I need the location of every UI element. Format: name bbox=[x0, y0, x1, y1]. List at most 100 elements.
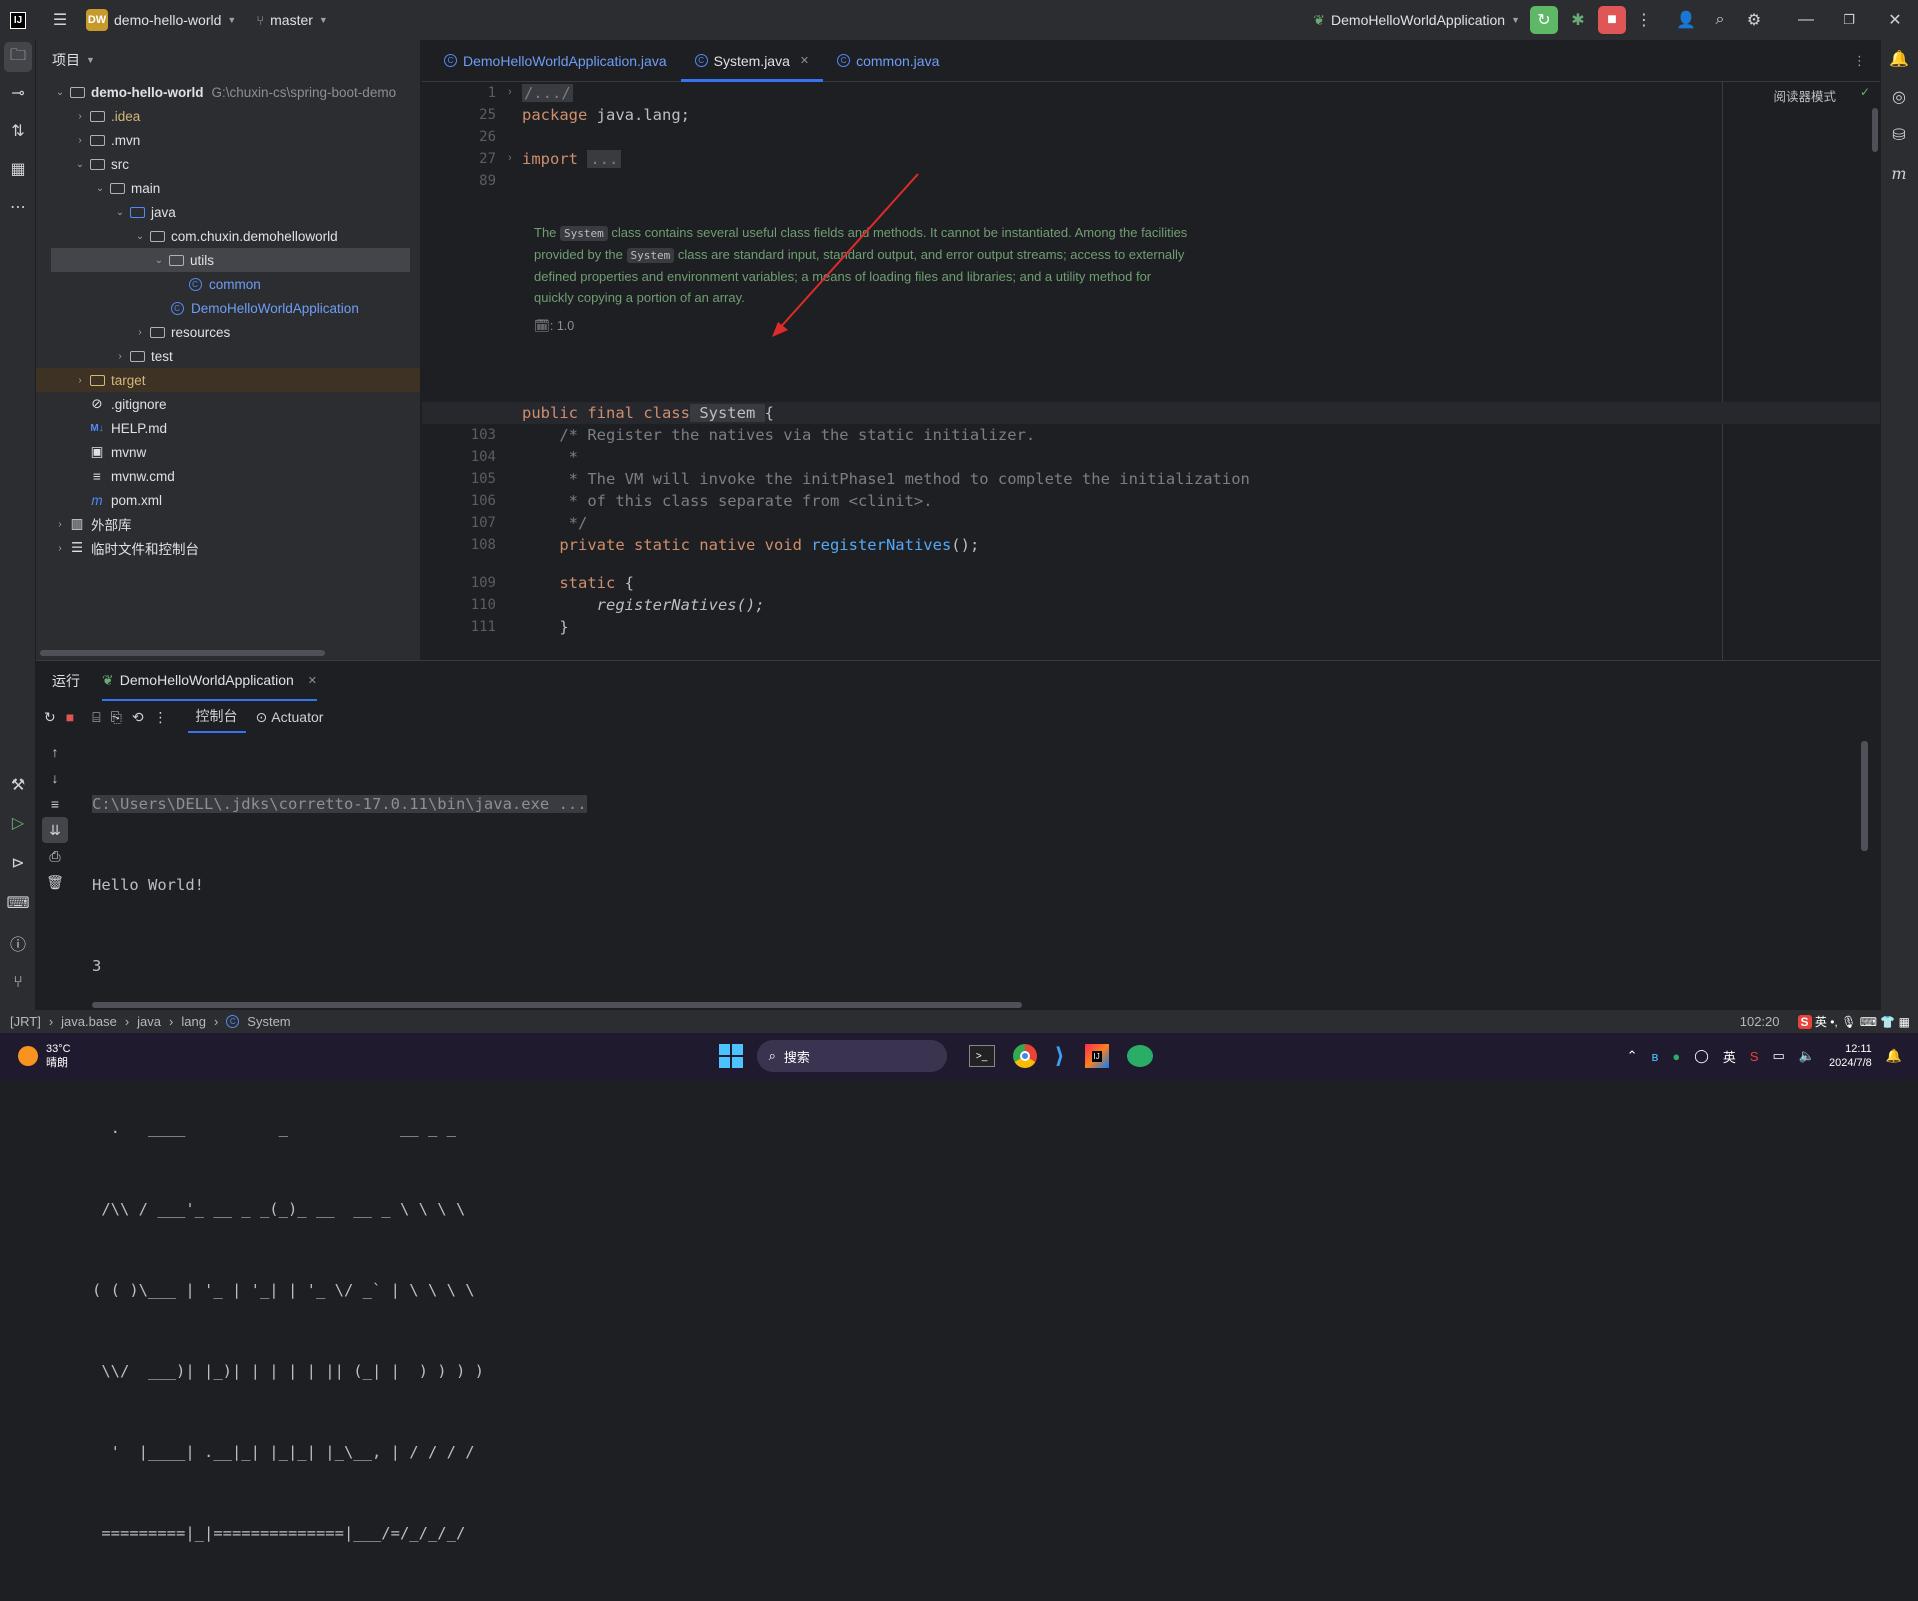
more-icon[interactable]: ⋮ bbox=[1630, 6, 1658, 34]
add-user-icon[interactable]: 👤 bbox=[1672, 6, 1700, 34]
actuator-tab[interactable]: ⊙ Actuator bbox=[256, 709, 324, 726]
start-button[interactable] bbox=[718, 1044, 743, 1068]
structure-icon[interactable]: ▦ bbox=[0, 150, 36, 188]
vscode-app-icon[interactable]: ⟩ bbox=[1055, 1043, 1065, 1069]
screenshot-icon[interactable]: ⌸ bbox=[92, 709, 100, 726]
chrome-app-icon[interactable] bbox=[1012, 1044, 1037, 1068]
problems-icon[interactable]: ⓘ bbox=[0, 924, 36, 962]
close-window-button[interactable]: ✕ bbox=[1872, 6, 1918, 34]
breadcrumb-item[interactable]: lang bbox=[181, 1014, 206, 1029]
tree-item-utils[interactable]: ⌄ utils bbox=[51, 248, 410, 272]
intellij-app-icon[interactable]: IJ bbox=[1084, 1044, 1109, 1068]
tree-item-pom[interactable]: m pom.xml bbox=[36, 488, 420, 512]
ime-indicator[interactable]: 英 bbox=[1723, 1047, 1736, 1066]
commit-icon[interactable]: ⊸ bbox=[0, 74, 36, 112]
stop-button[interactable]: ■ bbox=[1598, 6, 1626, 34]
print-icon[interactable]: ⎙ bbox=[42, 843, 68, 869]
services-icon[interactable]: ⊳ bbox=[0, 844, 36, 882]
scroll-up-icon[interactable]: ↑ bbox=[42, 739, 68, 765]
weather-widget[interactable]: 33°C 晴朗 bbox=[18, 1042, 71, 1070]
dump-threads-icon[interactable]: ⎘ bbox=[111, 709, 122, 726]
notification-bell-icon[interactable]: 🔔 bbox=[1886, 1048, 1902, 1064]
tree-item-src[interactable]: ⌄ src bbox=[36, 152, 420, 176]
more-icon[interactable]: ⋮ bbox=[154, 709, 168, 726]
tree-item-external-libs[interactable]: › ▥ 外部库 bbox=[36, 512, 420, 536]
restore-layout-icon[interactable]: ⟲ bbox=[132, 709, 144, 726]
cursor-position[interactable]: 102:20 bbox=[1740, 1014, 1780, 1029]
tree-item-common[interactable]: Ccommon bbox=[36, 272, 420, 296]
settings-gear-icon[interactable]: ⚙ bbox=[1740, 6, 1768, 34]
sogou-logo-icon: S bbox=[1797, 1015, 1812, 1029]
rerun-button[interactable]: ↻ bbox=[1530, 6, 1558, 34]
ai-assistant-icon[interactable]: ◎ bbox=[1881, 78, 1917, 116]
tree-item-target[interactable]: › target bbox=[36, 368, 420, 392]
terminal-app-icon[interactable]: >_ bbox=[968, 1045, 995, 1067]
console-vertical-scrollbar[interactable] bbox=[1861, 741, 1868, 851]
tree-root[interactable]: ⌄ demo-hello-world G:\chuxin-cs\spring-b… bbox=[36, 80, 420, 104]
clock[interactable]: 12:11 2024/7/8 bbox=[1829, 1042, 1872, 1070]
intellij-logo-icon[interactable]: IJ bbox=[4, 6, 32, 34]
tree-item-main[interactable]: ⌄ main bbox=[36, 176, 420, 200]
project-selector[interactable]: DW demo-hello-world ▼ bbox=[86, 9, 236, 31]
branch-selector[interactable]: ⑂ master ▼ bbox=[256, 12, 328, 28]
build-icon[interactable]: ⚒ bbox=[0, 766, 36, 804]
chevron-up-icon[interactable]: ⌃ bbox=[1627, 1048, 1638, 1064]
breadcrumb-item[interactable]: System bbox=[247, 1014, 290, 1029]
database-icon[interactable]: ⛁ bbox=[1881, 116, 1917, 154]
project-tool-icon[interactable]: 🗀 bbox=[4, 42, 32, 72]
terminal-icon[interactable]: ⌨ bbox=[0, 884, 36, 922]
soft-wrap-icon[interactable]: ≡ bbox=[42, 791, 68, 817]
horizontal-scrollbar[interactable] bbox=[40, 650, 325, 656]
run-config-selector[interactable]: ❦ DemoHelloWorldApplication ▼ bbox=[1313, 12, 1520, 29]
taskbar-search[interactable]: ⌕ 搜索 bbox=[756, 1040, 947, 1072]
more-tools-icon[interactable]: ⋯ bbox=[0, 188, 36, 226]
run-tool-icon[interactable]: ▷ bbox=[0, 804, 36, 842]
debug-icon[interactable]: ✱ bbox=[1564, 6, 1592, 34]
minimize-button[interactable]: — bbox=[1786, 6, 1826, 34]
tree-item-mvn[interactable]: › .mvn bbox=[36, 128, 420, 152]
stop-icon[interactable]: ■ bbox=[66, 709, 74, 725]
network-icon[interactable]: ▭ bbox=[1773, 1048, 1785, 1064]
tree-item-mvnw-cmd[interactable]: ≡ mvnw.cmd bbox=[36, 464, 420, 488]
tree-item-scratches[interactable]: › ☰ 临时文件和控制台 bbox=[36, 536, 420, 560]
vertical-scrollbar[interactable] bbox=[1872, 108, 1878, 152]
tree-item-gitignore[interactable]: ⊘ .gitignore bbox=[36, 392, 420, 416]
tree-item-app[interactable]: C DemoHelloWorldApplication bbox=[36, 296, 420, 320]
clear-trash-icon[interactable]: 🗑 bbox=[42, 869, 68, 895]
tree-item-resources[interactable]: › resources bbox=[36, 320, 420, 344]
restore-button[interactable]: ❐ bbox=[1826, 6, 1872, 34]
sogou-tray-icon[interactable]: S bbox=[1750, 1049, 1759, 1064]
cortana-icon[interactable]: ◯ bbox=[1694, 1048, 1709, 1064]
git-icon[interactable]: ⑂ bbox=[0, 964, 36, 1002]
tree-item-java[interactable]: ⌄ java bbox=[36, 200, 420, 224]
main-menu-icon[interactable]: ☰ bbox=[46, 6, 74, 34]
scroll-down-icon[interactable]: ↓ bbox=[42, 765, 68, 791]
tree-item-idea[interactable]: › .idea bbox=[36, 104, 420, 128]
tree-item-help[interactable]: M↓ HELP.md bbox=[36, 416, 420, 440]
notifications-icon[interactable]: 🔔 bbox=[1881, 40, 1917, 78]
tree-item-test[interactable]: › test bbox=[36, 344, 420, 368]
rerun-icon[interactable]: ↻ bbox=[44, 709, 56, 726]
java-command[interactable]: C:\Users\DELL\.jdks\corretto-17.0.11\bin… bbox=[92, 795, 587, 813]
chevron-right-icon: › bbox=[58, 518, 62, 530]
close-icon[interactable]: ✕ bbox=[308, 674, 317, 687]
run-config-tab[interactable]: ❦ DemoHelloWorldApplication ✕ bbox=[102, 661, 317, 701]
tree-item-package[interactable]: ⌄ com.chuxin.demohelloworld bbox=[36, 224, 420, 248]
maven-icon[interactable]: m bbox=[1881, 154, 1917, 192]
console-tab[interactable]: 控制台 bbox=[187, 701, 246, 733]
console-horizontal-scrollbar[interactable] bbox=[92, 1002, 1022, 1008]
breadcrumb-item[interactable]: java bbox=[137, 1014, 161, 1029]
chevron-right-icon: › bbox=[118, 350, 122, 362]
wechat-app-icon[interactable] bbox=[1126, 1045, 1153, 1067]
scroll-to-end-icon[interactable]: ⇊ bbox=[42, 817, 68, 843]
tree-item-mvnw[interactable]: ▣ mvnw bbox=[36, 440, 420, 464]
volume-icon[interactable]: 🔈 bbox=[1799, 1048, 1815, 1064]
project-panel-header[interactable]: 项目 ▼ bbox=[36, 40, 420, 80]
breadcrumb-item[interactable]: [JRT] bbox=[10, 1014, 41, 1029]
pull-requests-icon[interactable]: ⇅ bbox=[0, 112, 36, 150]
ime-toolbar[interactable]: S 英 •, 🎙 ⌨ 👕 ▦ bbox=[1797, 1013, 1910, 1030]
wechat-tray-icon[interactable]: ● bbox=[1672, 1049, 1680, 1064]
bluetooth-icon[interactable]: ʙ bbox=[1651, 1049, 1658, 1064]
breadcrumb-item[interactable]: java.base bbox=[61, 1014, 117, 1029]
search-icon[interactable]: ⌕ bbox=[1706, 6, 1734, 34]
